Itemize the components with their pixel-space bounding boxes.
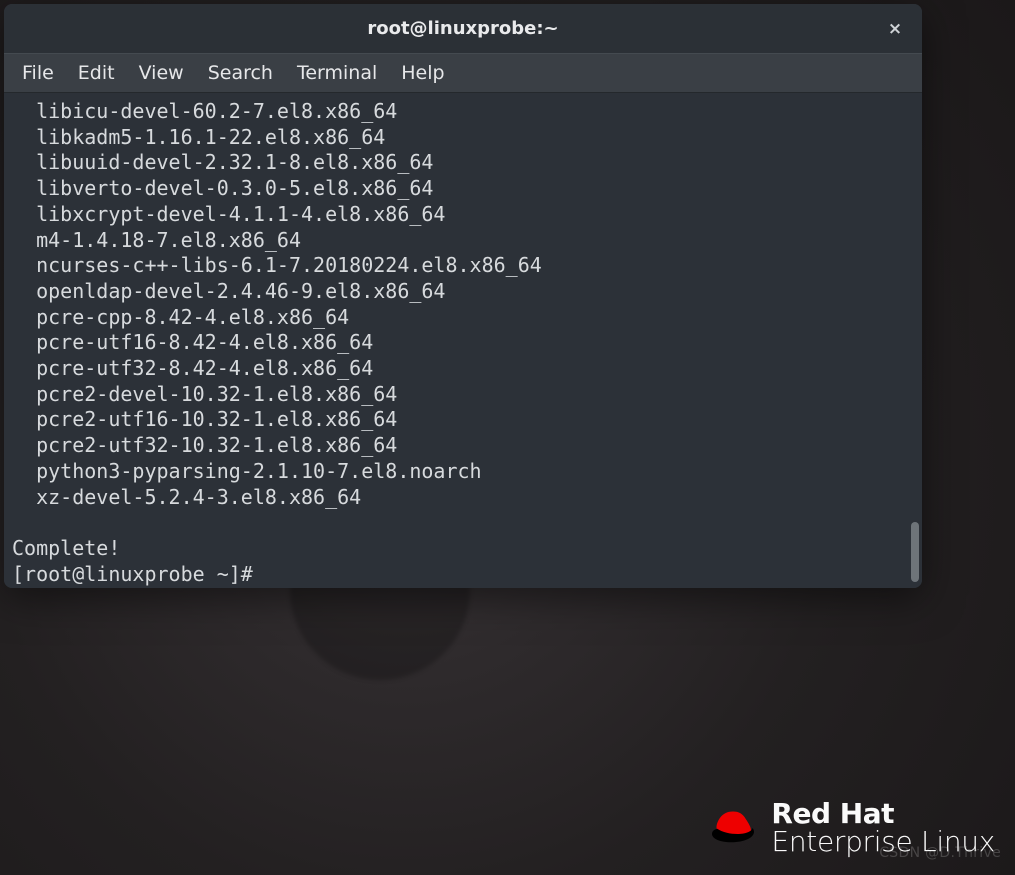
terminal-body[interactable]: libicu-devel-60.2-7.el8.x86_64 libkadm5-… xyxy=(4,93,922,588)
menu-bar: File Edit View Search Terminal Help xyxy=(4,53,922,93)
brand-line1: Red Hat xyxy=(771,800,995,829)
brand-line2: Enterprise Linux xyxy=(771,828,995,857)
scrollbar-thumb[interactable] xyxy=(911,522,919,582)
scrollbar-track[interactable] xyxy=(911,97,919,584)
menu-view[interactable]: View xyxy=(127,56,196,90)
menu-terminal[interactable]: Terminal xyxy=(285,56,389,90)
menu-file[interactable]: File xyxy=(10,56,66,90)
redhat-branding: Red Hat Enterprise Linux xyxy=(709,800,995,857)
window-title: root@linuxprobe:~ xyxy=(367,18,558,39)
terminal-output: libicu-devel-60.2-7.el8.x86_64 libkadm5-… xyxy=(12,99,922,587)
menu-search[interactable]: Search xyxy=(196,56,285,90)
menu-edit[interactable]: Edit xyxy=(66,56,127,90)
menu-help[interactable]: Help xyxy=(389,56,456,90)
terminal-window: root@linuxprobe:~ × File Edit View Searc… xyxy=(4,4,922,588)
close-icon: × xyxy=(888,19,902,39)
window-titlebar[interactable]: root@linuxprobe:~ × xyxy=(4,4,922,53)
redhat-wordmark: Red Hat Enterprise Linux xyxy=(771,800,995,857)
redhat-hat-icon xyxy=(709,808,757,848)
window-close-button[interactable]: × xyxy=(884,18,906,40)
